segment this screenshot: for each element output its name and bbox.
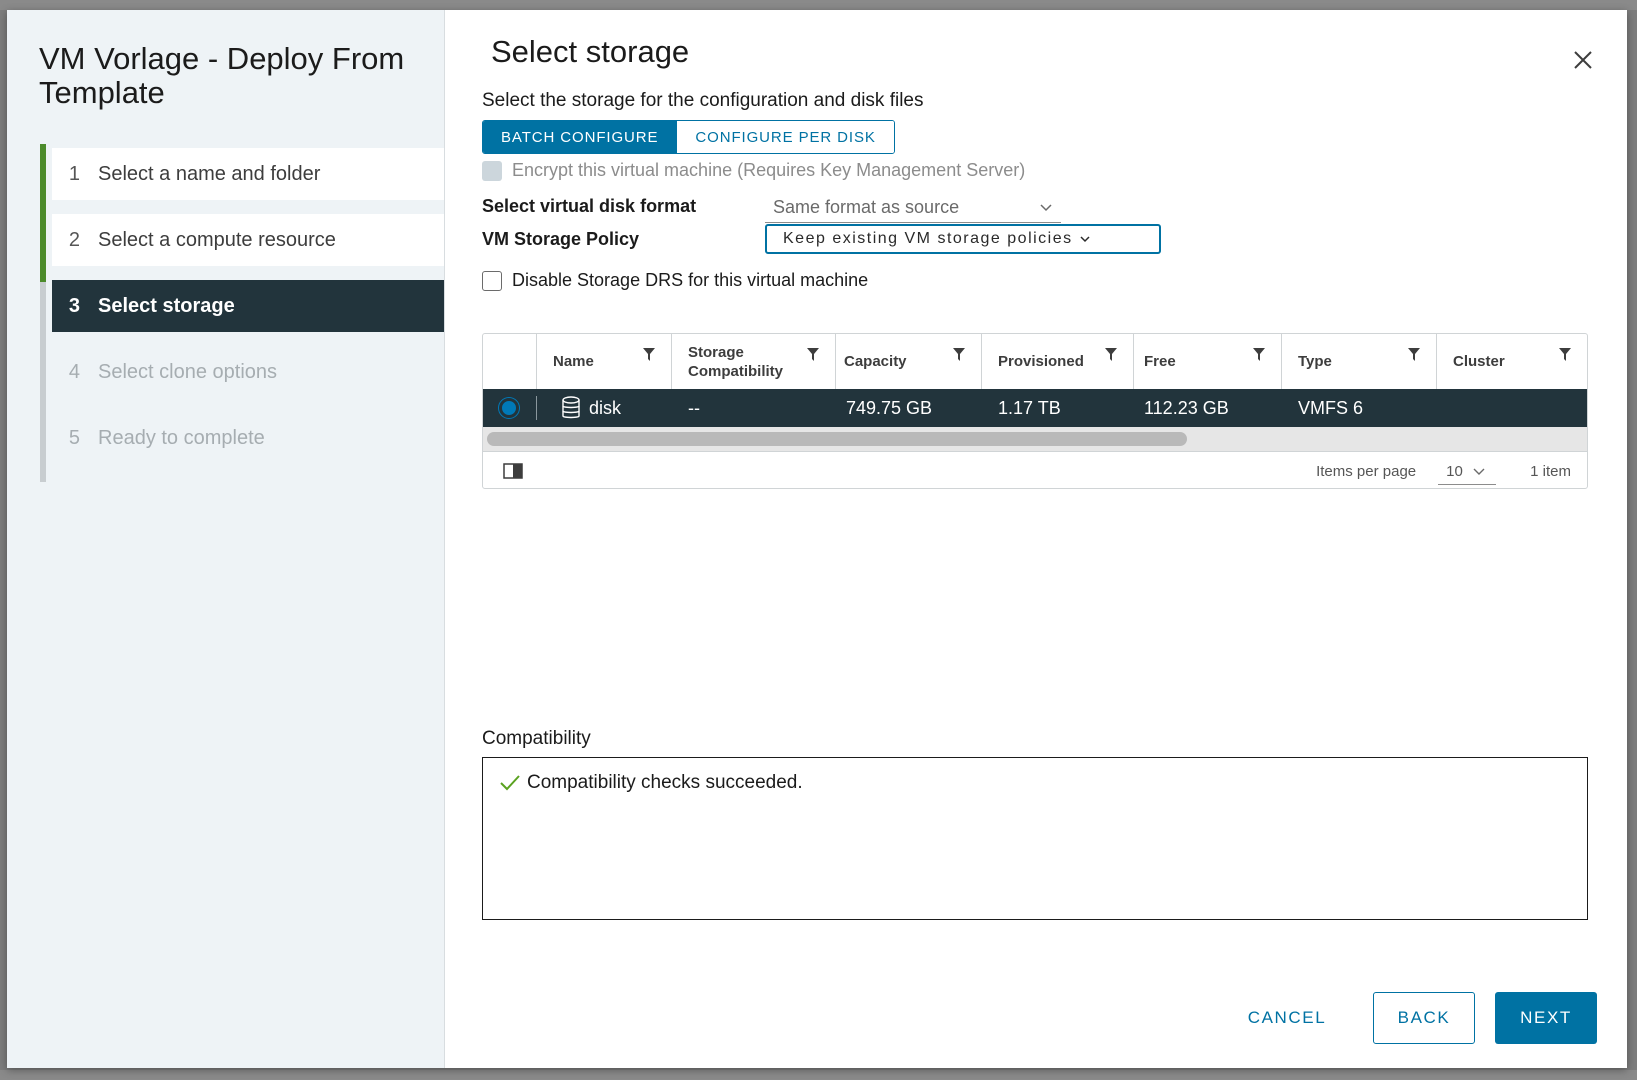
step-label: Select clone options bbox=[98, 360, 278, 383]
column-toggle-button[interactable] bbox=[503, 463, 523, 479]
select-column-header bbox=[483, 334, 537, 389]
deploy-from-template-dialog: VM Vorlage - Deploy From Template 1 Sele… bbox=[7, 10, 1627, 1068]
item-count: 1 item bbox=[1530, 462, 1571, 480]
page-subtitle: Select the storage for the configuration… bbox=[482, 90, 924, 111]
step-number: 5 bbox=[68, 426, 80, 449]
configure-per-disk-button[interactable]: CONFIGURE PER DISK bbox=[676, 121, 894, 153]
step-number: 3 bbox=[68, 294, 80, 317]
column-label: Type bbox=[1298, 353, 1332, 370]
next-button[interactable]: NEXT bbox=[1495, 992, 1597, 1044]
row-select-cell[interactable] bbox=[483, 396, 537, 420]
grid-header: Name Storage Compatibility Capacity Prov… bbox=[483, 334, 1587, 390]
column-label: Name bbox=[553, 353, 594, 370]
cell-storage-compatibility: -- bbox=[688, 397, 700, 418]
encrypt-checkbox bbox=[482, 160, 502, 181]
step-select-compute-resource[interactable]: 2 Select a compute resource bbox=[52, 214, 444, 266]
compatibility-message-text: Compatibility checks succeeded. bbox=[527, 772, 803, 793]
column-label: Provisioned bbox=[998, 353, 1084, 370]
scrollbar-thumb[interactable] bbox=[487, 432, 1187, 446]
filter-icon[interactable] bbox=[807, 348, 819, 362]
cell-provisioned: 1.17 TB bbox=[998, 397, 1061, 418]
row-radio-button[interactable] bbox=[499, 398, 519, 418]
chevron-down-icon bbox=[1473, 468, 1485, 475]
cell-cluster bbox=[1437, 389, 1587, 427]
step-label: Select a name and folder bbox=[98, 162, 321, 185]
filter-icon[interactable] bbox=[1559, 348, 1571, 362]
column-header-type[interactable]: Type bbox=[1282, 334, 1437, 389]
disk-format-select[interactable]: Same format as source bbox=[765, 193, 1061, 223]
items-per-page-label: Items per page bbox=[1316, 462, 1417, 480]
column-header-provisioned[interactable]: Provisioned bbox=[982, 334, 1134, 389]
disable-drs-label: Disable Storage DRS for this virtual mac… bbox=[512, 270, 869, 290]
page-title: Select storage bbox=[491, 34, 690, 69]
cell-free: 112.23 GB bbox=[1144, 397, 1229, 418]
filter-icon[interactable] bbox=[953, 348, 965, 362]
column-label: Cluster bbox=[1453, 353, 1505, 370]
items-per-page-value: 10 bbox=[1446, 463, 1463, 480]
chevron-down-icon bbox=[1080, 236, 1090, 243]
filter-icon[interactable] bbox=[643, 348, 655, 362]
encrypt-label: Encrypt this virtual machine (Requires K… bbox=[512, 160, 1026, 180]
completed-steps-bar bbox=[40, 144, 46, 282]
filter-icon[interactable] bbox=[1253, 348, 1265, 362]
wizard-title: VM Vorlage - Deploy From Template bbox=[39, 41, 405, 110]
cancel-button[interactable]: CANCEL bbox=[1229, 992, 1345, 1044]
disable-drs-checkbox[interactable] bbox=[482, 270, 502, 291]
cell-type: VMFS 6 bbox=[1298, 397, 1364, 418]
step-ready-to-complete: 5 Ready to complete bbox=[52, 412, 444, 464]
storage-policy-select[interactable]: Keep existing VM storage policies bbox=[765, 224, 1161, 254]
compatibility-label: Compatibility bbox=[482, 728, 591, 749]
column-toggle-icon bbox=[503, 463, 523, 479]
batch-configure-button[interactable]: BATCH CONFIGURE bbox=[483, 121, 677, 153]
filter-icon[interactable] bbox=[1408, 348, 1420, 362]
encrypt-vm-option: Encrypt this virtual machine (Requires K… bbox=[482, 160, 1025, 181]
column-header-name[interactable]: Name bbox=[537, 334, 672, 389]
disk-format-label: Select virtual disk format bbox=[482, 196, 697, 216]
step-label: Select storage bbox=[98, 294, 235, 317]
horizontal-scrollbar[interactable] bbox=[483, 427, 1587, 451]
column-header-cluster[interactable]: Cluster bbox=[1437, 334, 1587, 389]
column-label: Free bbox=[1144, 353, 1176, 370]
background-header bbox=[0, 0, 1637, 10]
column-header-free[interactable]: Free bbox=[1134, 334, 1282, 389]
datastore-name: disk bbox=[589, 397, 622, 418]
cell-capacity: 749.75 GB bbox=[846, 397, 933, 418]
configure-mode-toggle: BATCH CONFIGURE CONFIGURE PER DISK bbox=[482, 120, 895, 154]
column-header-capacity[interactable]: Capacity bbox=[836, 334, 982, 389]
step-select-storage[interactable]: 3 Select storage bbox=[52, 280, 444, 332]
column-header-storage-compatibility[interactable]: Storage Compatibility bbox=[672, 334, 836, 389]
datastore-icon bbox=[562, 396, 580, 419]
close-button[interactable] bbox=[1569, 46, 1597, 74]
back-button[interactable]: BACK bbox=[1373, 992, 1475, 1044]
grid-footer: Items per page 10 1 item bbox=[483, 451, 1587, 488]
compatibility-panel: Compatibility checks succeeded. bbox=[482, 757, 1588, 920]
disable-drs-option[interactable]: Disable Storage DRS for this virtual mac… bbox=[482, 270, 868, 291]
column-label: Storage Compatibility bbox=[688, 343, 784, 380]
column-label: Capacity bbox=[844, 353, 907, 370]
table-row[interactable]: disk -- 749.75 GB 1.17 TB 112.23 GB VMFS… bbox=[483, 389, 1587, 427]
step-number: 2 bbox=[68, 228, 80, 251]
disk-format-value: Same format as source bbox=[773, 197, 960, 217]
wizard-sidebar: VM Vorlage - Deploy From Template 1 Sele… bbox=[7, 10, 445, 1068]
step-select-clone-options: 4 Select clone options bbox=[52, 346, 444, 398]
background-footer bbox=[0, 1070, 1637, 1080]
remaining-steps-bar bbox=[40, 282, 46, 482]
step-number: 1 bbox=[68, 162, 80, 185]
step-label: Select a compute resource bbox=[98, 228, 336, 251]
chevron-down-icon bbox=[1040, 203, 1052, 211]
filter-icon[interactable] bbox=[1105, 348, 1117, 362]
items-per-page-select[interactable]: 10 bbox=[1438, 457, 1497, 485]
check-icon bbox=[500, 775, 520, 791]
step-number: 4 bbox=[68, 360, 80, 383]
step-select-name-folder[interactable]: 1 Select a name and folder bbox=[52, 148, 444, 200]
storage-policy-label: VM Storage Policy bbox=[482, 229, 640, 249]
datastore-grid: Name Storage Compatibility Capacity Prov… bbox=[482, 333, 1588, 489]
close-icon bbox=[1574, 51, 1592, 69]
storage-policy-value: Keep existing VM storage policies bbox=[783, 230, 1073, 247]
compatibility-message: Compatibility checks succeeded. bbox=[499, 772, 803, 794]
wizard-content: Select storage Select the storage for th… bbox=[445, 10, 1627, 1068]
step-label: Ready to complete bbox=[98, 426, 265, 449]
cell-name: disk bbox=[537, 389, 672, 427]
